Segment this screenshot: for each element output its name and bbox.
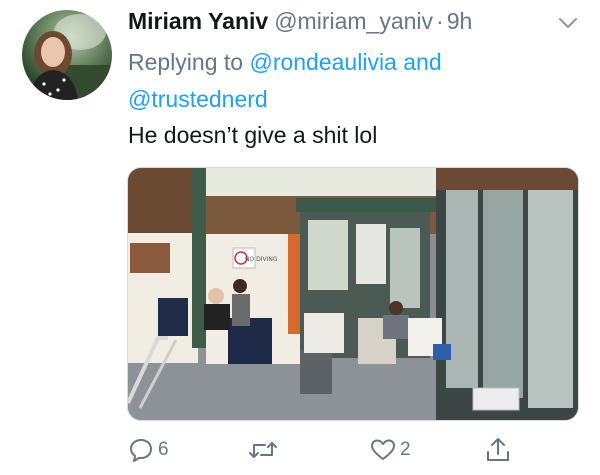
chevron-down-icon[interactable] [556, 14, 580, 32]
pool-scene-image: NO DIVING [128, 168, 578, 420]
mention-link[interactable]: @trustednerd [128, 86, 268, 112]
replying-prefix: Replying to [128, 49, 244, 75]
replying-to: Replying to @rondeaulivia and @trustedne… [128, 44, 568, 118]
tweet-actions: 6 2 [0, 436, 600, 466]
profile-photo-icon [30, 14, 112, 100]
mention-link[interactable]: @rondeaulivia [249, 49, 396, 75]
author-handle[interactable]: @miriam_yaniv [274, 8, 433, 34]
avatar[interactable] [22, 10, 112, 100]
reply-button[interactable]: 6 [128, 436, 169, 464]
no-diving-sign: NO DIVING [245, 256, 278, 263]
mention-joiner[interactable]: and [403, 49, 441, 75]
share-icon [485, 436, 511, 464]
share-button[interactable] [485, 436, 511, 464]
timestamp[interactable]: 9h [447, 8, 473, 34]
tweet-text: He doesn’t give a shit lol [128, 122, 378, 148]
like-count: 2 [400, 439, 411, 460]
tweet-photo[interactable]: NO DIVING [127, 167, 579, 421]
retweet-icon [248, 437, 278, 463]
author-name[interactable]: Miriam Yaniv [128, 8, 268, 34]
separator: · [436, 8, 444, 34]
like-button[interactable]: 2 [370, 436, 411, 464]
reply-count: 6 [158, 439, 169, 460]
retweet-button[interactable] [248, 436, 282, 464]
tweet-header: Miriam Yaniv @miriam_yaniv · 9h [128, 8, 472, 35]
reply-icon [128, 437, 154, 463]
heart-icon [370, 437, 396, 463]
